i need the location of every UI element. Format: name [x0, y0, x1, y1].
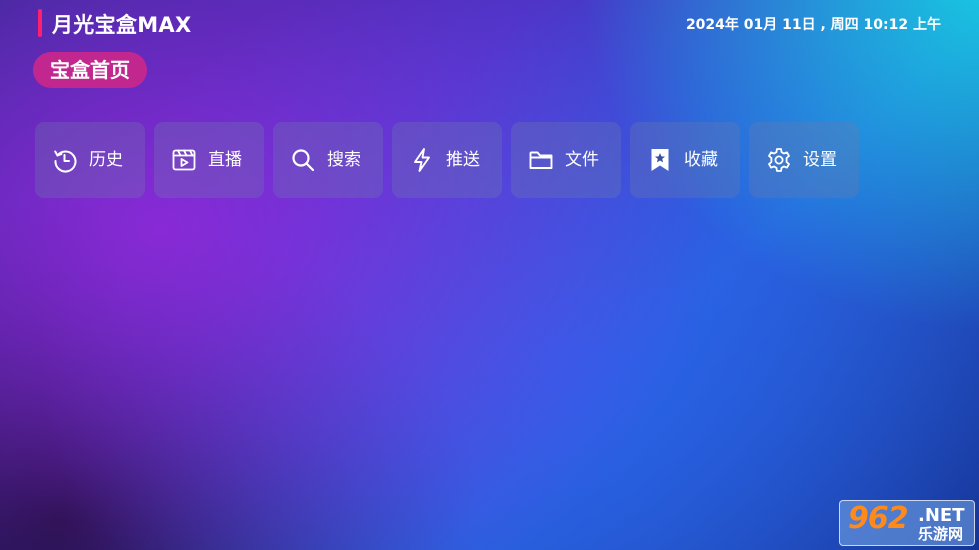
- home-tab-chip[interactable]: 宝盒首页: [33, 52, 147, 88]
- folder-icon: [528, 147, 554, 173]
- lightning-icon: [409, 147, 435, 173]
- watermark-number: 962: [848, 501, 909, 536]
- history-icon: [52, 147, 78, 173]
- favorites-label: 收藏: [684, 150, 718, 170]
- history-label: 历史: [89, 150, 123, 170]
- watermark-suffix: .NET: [918, 505, 965, 526]
- settings-label: 设置: [803, 150, 837, 170]
- gear-icon: [766, 147, 792, 173]
- title-accent-bar: [38, 9, 42, 37]
- top-bar: 月光宝盒MAX 2024年 01月 11日 , 周四 10:12 上午: [0, 0, 979, 46]
- history-tile[interactable]: 历史: [35, 122, 145, 198]
- watermark-cn-text: 乐游网: [918, 525, 964, 543]
- datetime-display: 2024年 01月 11日 , 周四 10:12 上午: [685, 17, 941, 33]
- search-tile[interactable]: 搜索: [273, 122, 383, 198]
- push-label: 推送: [446, 150, 480, 170]
- favorites-tile[interactable]: 收藏: [630, 122, 740, 198]
- search-label: 搜索: [327, 150, 361, 170]
- search-icon: [290, 147, 316, 173]
- live-video-icon: [171, 147, 197, 173]
- files-label: 文件: [565, 150, 599, 170]
- live-tile[interactable]: 直播: [154, 122, 264, 198]
- site-watermark: 962 .NET 乐游网: [839, 500, 975, 546]
- live-label: 直播: [208, 150, 242, 170]
- files-tile[interactable]: 文件: [511, 122, 621, 198]
- menu-tiles: 历史 直播 搜索 推送 文件 收藏 设置: [35, 122, 865, 198]
- settings-tile[interactable]: 设置: [749, 122, 859, 198]
- bookmark-star-icon: [647, 147, 673, 173]
- app-title: 月光宝盒MAX: [52, 13, 192, 37]
- push-tile[interactable]: 推送: [392, 122, 502, 198]
